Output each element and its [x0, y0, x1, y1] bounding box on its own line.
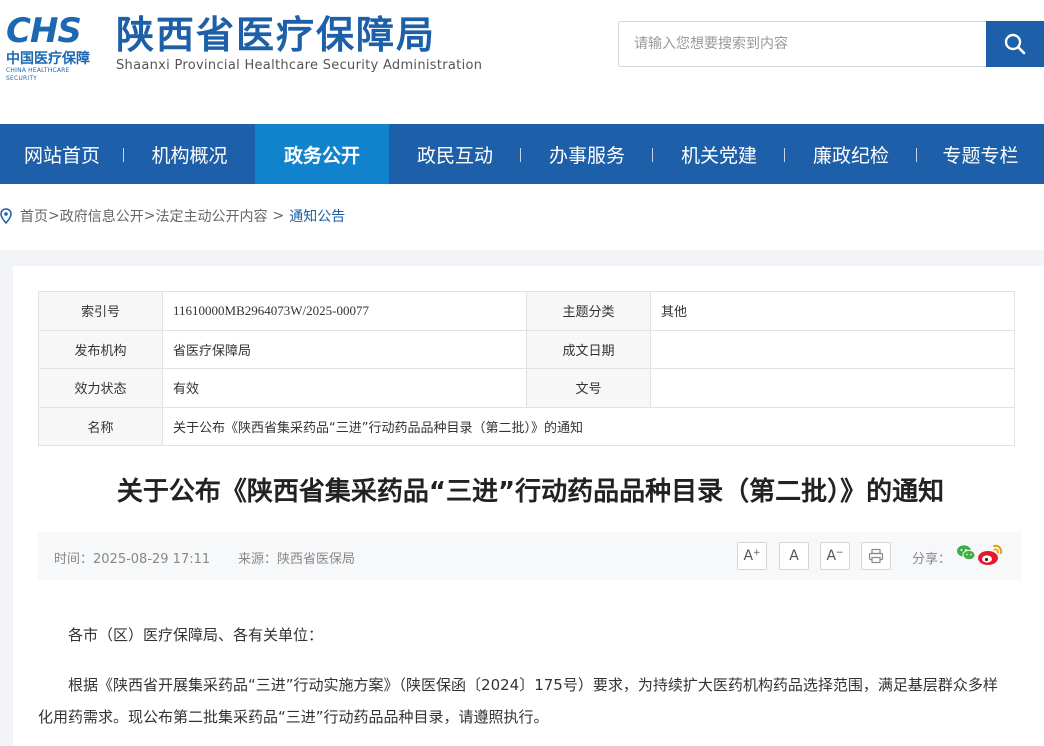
font-smaller-glyph: A	[826, 548, 837, 564]
font-larger-mark: +	[753, 548, 761, 558]
index-value: 11610000MB2964073W/2025-00077	[162, 291, 527, 331]
nav-item-label: 专题专栏	[942, 144, 1019, 167]
nav-item-interaction[interactable]: 政民互动	[389, 124, 521, 184]
logo-cn-text: 中国医疗保障	[6, 51, 90, 67]
publish-time: 时间：2025-08-29 17:11	[54, 552, 211, 567]
nav-item-label: 廉政纪检	[812, 144, 889, 167]
table-row: 名称 关于公布《陕西省集采药品“三进”行动药品品种目录（第二批）》的通知	[38, 406, 1015, 446]
print-icon	[868, 548, 884, 564]
location-pin-icon	[0, 208, 12, 224]
nav-item-special[interactable]: 专题专栏	[917, 124, 1044, 184]
search-icon	[1004, 33, 1026, 55]
article-source: 来源：陕西省医保局	[238, 552, 356, 567]
article-paragraph: 根据《陕西省开展集采药品“三进”行动实施方案》（陕医保函〔2024〕175号）要…	[38, 676, 998, 726]
chs-logo[interactable]: CHS 中国医疗保障 CHINA HEALTHCARE SECURITY	[6, 11, 102, 82]
breadcrumb-statutory[interactable]: 法定主动公开内容	[155, 206, 267, 226]
site-subtitle: Shaanxi Provincial Healthcare Security A…	[116, 58, 483, 73]
share-label: 分享：	[912, 552, 952, 567]
date-label: 成文日期	[526, 329, 651, 369]
nav-item-label: 政务公开	[283, 144, 360, 167]
docno-value	[650, 368, 1015, 408]
nav-item-label: 机构概况	[151, 144, 228, 167]
nav-item-party[interactable]: 机关党建	[653, 124, 785, 184]
breadcrumb-current[interactable]: 通知公告	[289, 206, 345, 226]
nav-item-gov-affairs[interactable]: 政务公开	[255, 124, 389, 184]
nav-item-integrity[interactable]: 廉政纪检	[785, 124, 917, 184]
print-button[interactable]	[861, 542, 891, 570]
breadcrumb-separator: >	[143, 208, 156, 224]
wechat-icon[interactable]	[956, 544, 976, 562]
publisher-label: 发布机构	[38, 329, 163, 369]
site-header: CHS 中国医疗保障 CHINA HEALTHCARE SECURITY 陕西省…	[0, 0, 1044, 124]
table-row: 索引号 11610000MB2964073W/2025-00077 主题分类 其…	[38, 291, 1015, 331]
status-value: 有效	[162, 368, 527, 408]
name-value: 关于公布《陕西省集采药品“三进”行动药品品种目录（第二批）》的通知	[162, 406, 1015, 446]
font-smaller-mark: −	[836, 548, 844, 558]
index-label: 索引号	[38, 291, 163, 331]
nav-item-label: 网站首页	[23, 144, 100, 167]
status-label: 效力状态	[38, 368, 163, 408]
article-paragraph: 各市（区）医疗保障局、各有关单位：	[68, 626, 324, 644]
document-info-table: 索引号 11610000MB2964073W/2025-00077 主题分类 其…	[38, 291, 1015, 446]
font-default-glyph: A	[789, 548, 799, 564]
breadcrumb: 首页 > 政府信息公开 > 法定主动公开内容 > 通知公告	[0, 204, 345, 228]
breadcrumb-home[interactable]: 首页	[20, 206, 48, 226]
font-default-button[interactable]: A	[779, 542, 809, 570]
search-input[interactable]: 请输入您想要搜索到内容	[618, 21, 986, 67]
article-meta-bar: 时间：2025-08-29 17:11 来源：陕西省医保局 A + A A − 分享…	[38, 532, 1021, 580]
font-larger-glyph: A	[743, 548, 754, 564]
search-button[interactable]	[986, 21, 1044, 67]
font-smaller-button[interactable]: A −	[820, 542, 850, 570]
site-title[interactable]: 陕西省医疗保障局	[116, 10, 436, 60]
date-value	[650, 329, 1015, 369]
nav-item-about[interactable]: 机构概况	[124, 124, 255, 184]
breadcrumb-gov-info[interactable]: 政府信息公开	[60, 206, 144, 226]
breadcrumb-separator: >	[48, 208, 60, 224]
weibo-icon[interactable]	[977, 544, 1003, 566]
breadcrumb-separator: >	[272, 208, 285, 224]
name-label: 名称	[38, 406, 163, 446]
publisher-value: 省医疗保障局	[162, 329, 527, 369]
logo-chs-text: CHS	[6, 11, 82, 51]
nav-item-services[interactable]: 办事服务	[521, 124, 653, 184]
nav-item-label: 机关党建	[680, 144, 757, 167]
nav-item-label: 政民互动	[416, 144, 493, 167]
article-title: 关于公布《陕西省集采药品“三进”行动药品品种目录（第二批）》的通知	[116, 477, 945, 507]
topic-label: 主题分类	[526, 291, 651, 331]
nav-item-label: 办事服务	[548, 144, 625, 167]
font-larger-button[interactable]: A +	[737, 542, 767, 570]
table-row: 效力状态 有效 文号	[38, 368, 1015, 408]
table-row: 发布机构 省医疗保障局 成文日期	[38, 329, 1015, 369]
topic-value: 其他	[650, 291, 1015, 331]
logo-en-text: CHINA HEALTHCARE SECURITY	[6, 67, 70, 82]
docno-label: 文号	[526, 368, 651, 408]
nav-item-home[interactable]: 网站首页	[0, 124, 124, 184]
main-nav: 网站首页 机构概况 政务公开 政民互动 办事服务 机关党建 廉政纪检 专题专栏	[0, 124, 1044, 184]
